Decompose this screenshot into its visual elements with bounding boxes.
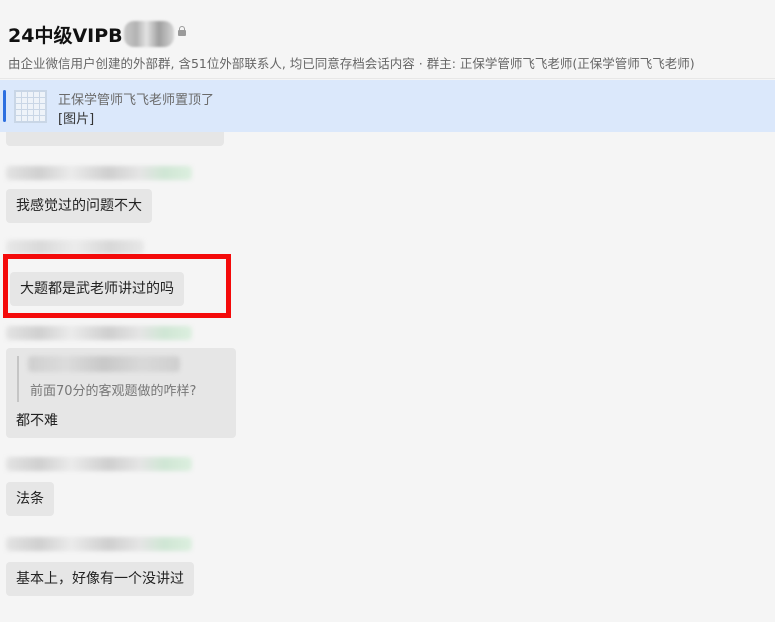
title-row: 24中级VIPB [8, 20, 186, 48]
quote-reply-bubble[interactable]: 前面70分的客观题做的咋样? 都不难 [6, 348, 236, 438]
chat-header: 24中级VIPB 由企业微信用户创建的外部群, 含51位外部联系人, 均已同意存… [0, 0, 775, 79]
message-bubble[interactable]: 法条 [6, 482, 54, 516]
message-bubble[interactable]: 基本上，好像有一个没讲过 [6, 562, 194, 596]
group-description: 由企业微信用户创建的外部群, 含51位外部联系人, 均已同意存档会话内容 · 群… [8, 56, 695, 71]
sender-name-blur [6, 537, 192, 551]
image-thumbnail-icon [14, 90, 47, 123]
message-bubble[interactable]: 我感觉过的问题不大 [6, 189, 152, 223]
quoted-sender-blur [28, 356, 180, 372]
pinned-message-bar[interactable]: 正保学管师飞飞老师置顶了 [图片] [0, 80, 775, 132]
pinned-accent-bar [3, 90, 6, 122]
pinned-by-text: 正保学管师飞飞老师置顶了 [58, 93, 215, 108]
lock-icon [177, 26, 186, 36]
message-bubble-partial[interactable] [6, 132, 224, 146]
title-redacted-blur [123, 21, 174, 47]
message-list[interactable]: 我感觉过的问题不大 大题都是武老师讲过的吗 前面70分的客观题做的咋样? 都不难… [0, 132, 775, 622]
quote-bar [17, 356, 19, 402]
sender-name-blur [6, 326, 192, 340]
group-title[interactable]: 24中级VIPB [8, 21, 123, 48]
sender-name-blur [6, 240, 144, 254]
pinned-content-text: [图片] [58, 112, 95, 127]
sender-name-blur [6, 166, 192, 180]
quoted-text: 前面70分的客观题做的咋样? [30, 384, 197, 399]
chat-window: 24中级VIPB 由企业微信用户创建的外部群, 含51位外部联系人, 均已同意存… [0, 0, 775, 622]
message-bubble-highlighted[interactable]: 大题都是武老师讲过的吗 [10, 272, 184, 306]
sender-name-blur [6, 457, 192, 471]
reply-text: 都不难 [16, 413, 58, 429]
